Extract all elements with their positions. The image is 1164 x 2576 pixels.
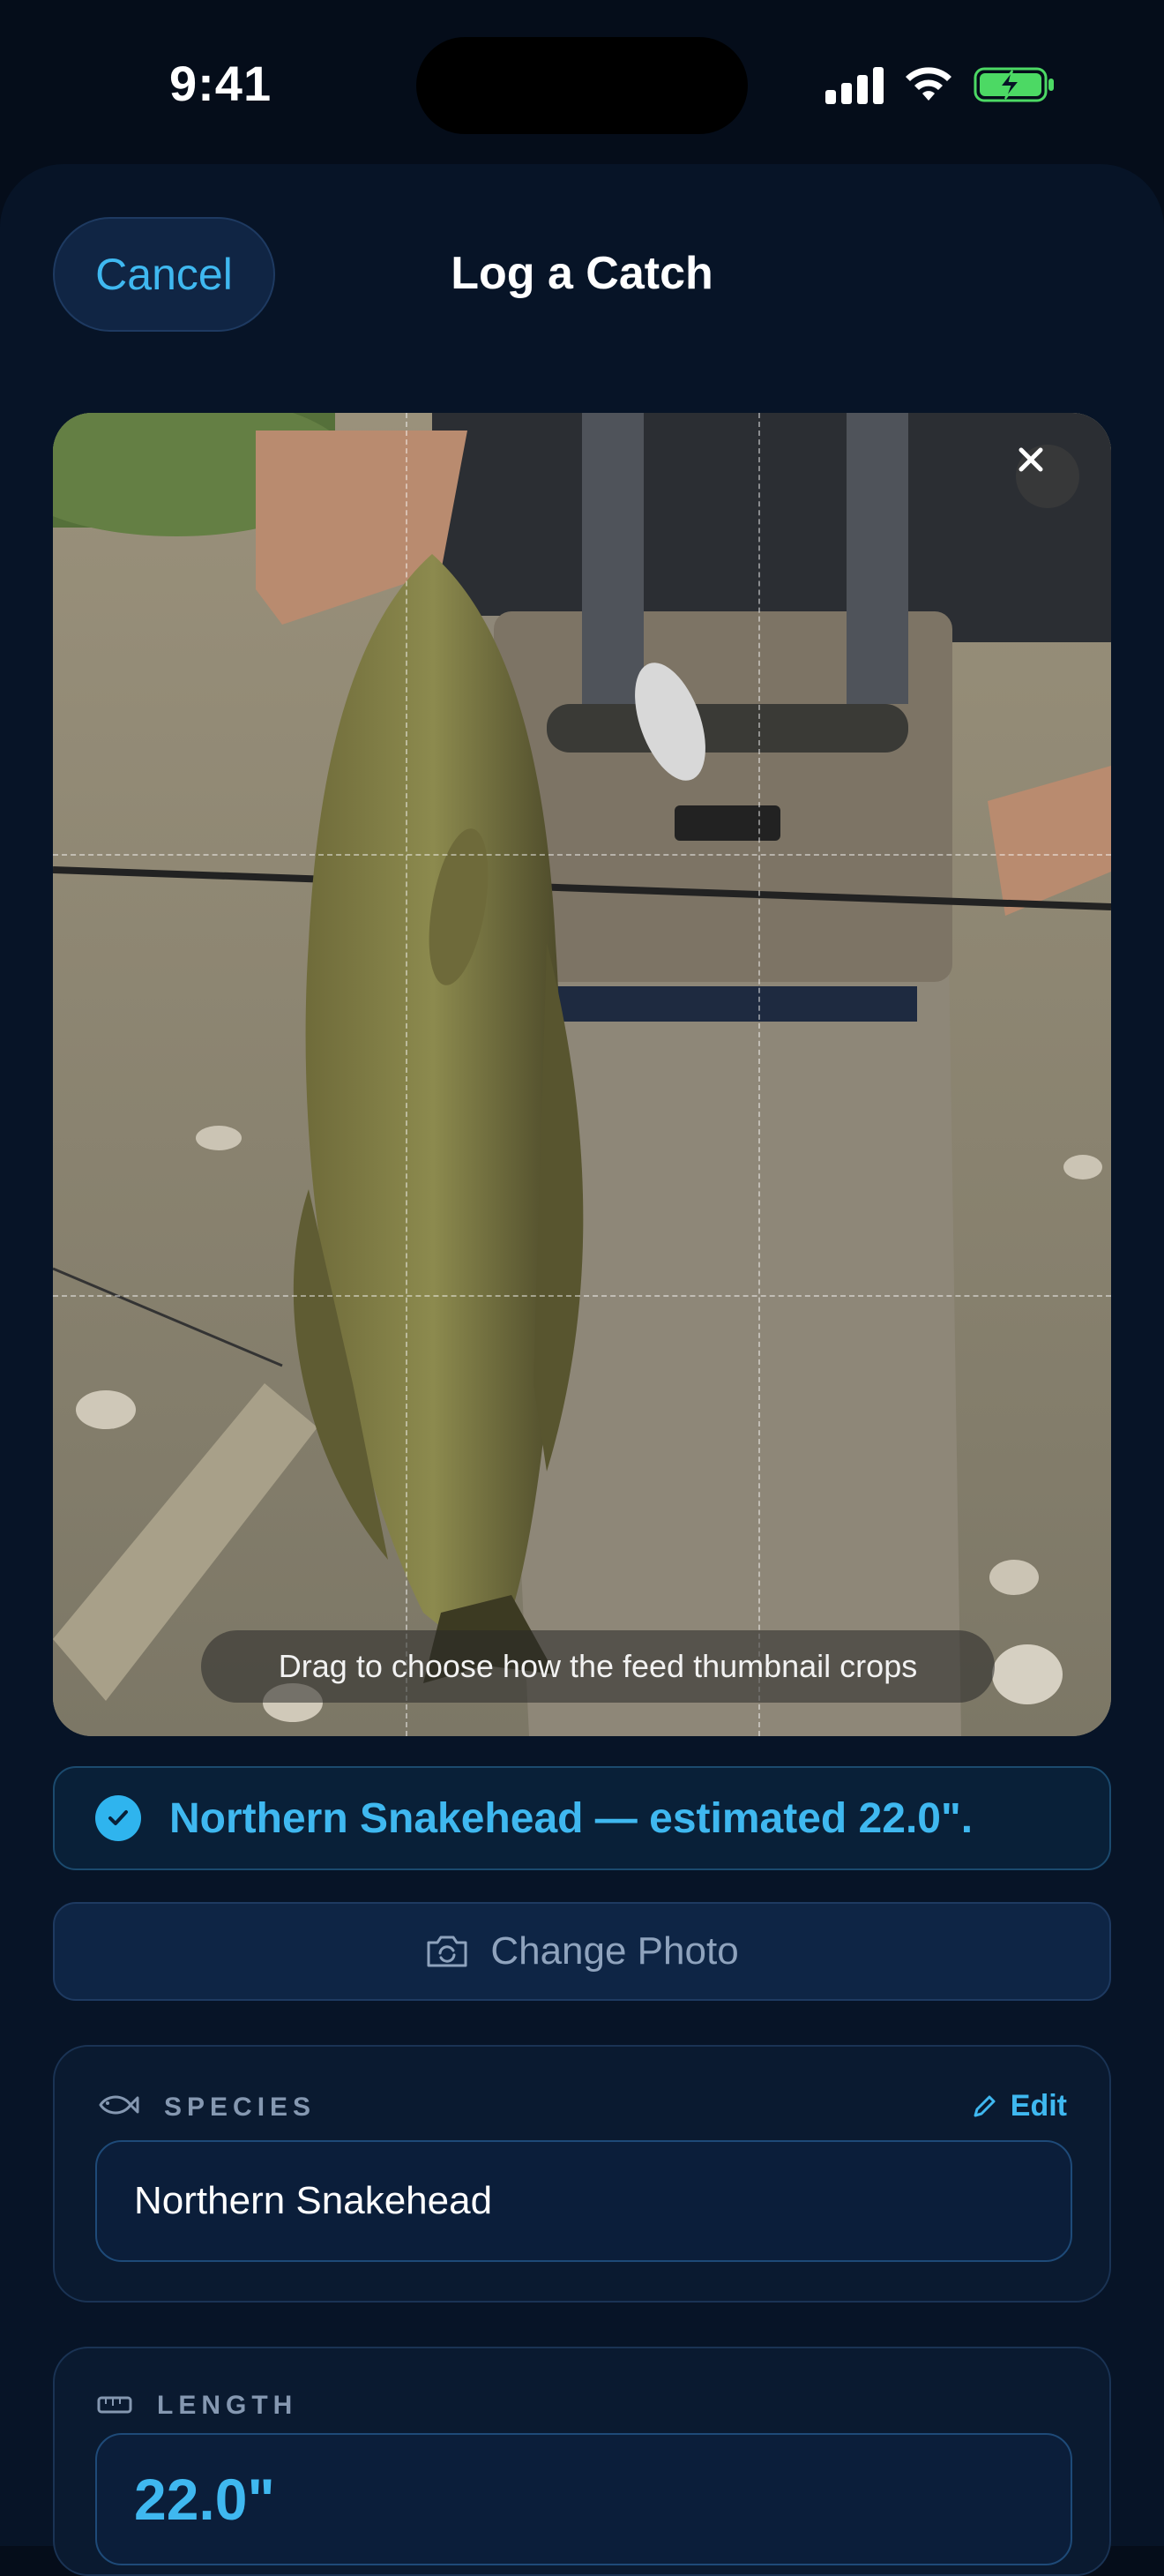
- species-value: Northern Snakehead: [134, 2179, 493, 2222]
- cellular-signal-icon: [825, 65, 885, 104]
- crop-guide-line: [53, 1295, 1111, 1297]
- crop-guide-line: [406, 413, 407, 1736]
- species-detection-banner: Northern Snakehead — estimated 22.0".: [53, 1766, 1111, 1870]
- ruler-icon: [97, 2396, 132, 2414]
- length-card: LENGTH 22.0": [53, 2347, 1111, 2576]
- length-value: 22.0": [134, 2467, 275, 2532]
- battery-charging-icon: [974, 67, 1054, 102]
- species-card: SPECIES Edit Northern Snakehead: [53, 2045, 1111, 2303]
- wifi-icon: [906, 67, 951, 101]
- edit-label: Edit: [1010, 2089, 1067, 2123]
- edit-species-button[interactable]: Edit: [970, 2089, 1067, 2123]
- camera-rotate-icon: [427, 1936, 467, 1967]
- catch-photo-image: [53, 413, 1111, 1736]
- crop-guide-line: [758, 413, 760, 1736]
- fish-icon: [99, 2095, 139, 2115]
- change-photo-button[interactable]: Change Photo: [53, 1902, 1111, 2001]
- crop-hint-label: Drag to choose how the feed thumbnail cr…: [201, 1630, 995, 1703]
- dynamic-island: [416, 37, 748, 134]
- detection-text: Northern Snakehead — estimated 22.0".: [169, 1794, 974, 1842]
- length-field[interactable]: 22.0": [95, 2433, 1072, 2565]
- status-time: 9:41: [169, 56, 272, 111]
- pencil-icon: [974, 2095, 996, 2116]
- length-label: LENGTH: [157, 2391, 298, 2420]
- species-field[interactable]: Northern Snakehead: [95, 2140, 1072, 2262]
- page-title: Log a Catch: [451, 248, 713, 299]
- close-icon: [1018, 447, 1043, 472]
- remove-photo-button[interactable]: [1016, 445, 1079, 508]
- change-photo-label: Change Photo: [490, 1929, 739, 1973]
- checkmark-circle-icon: [95, 1795, 141, 1841]
- crop-guide-line: [53, 854, 1111, 856]
- status-bar: 9:41: [0, 0, 1164, 168]
- catch-photo-crop-area[interactable]: Drag to choose how the feed thumbnail cr…: [53, 413, 1111, 1736]
- species-label: SPECIES: [164, 2093, 317, 2122]
